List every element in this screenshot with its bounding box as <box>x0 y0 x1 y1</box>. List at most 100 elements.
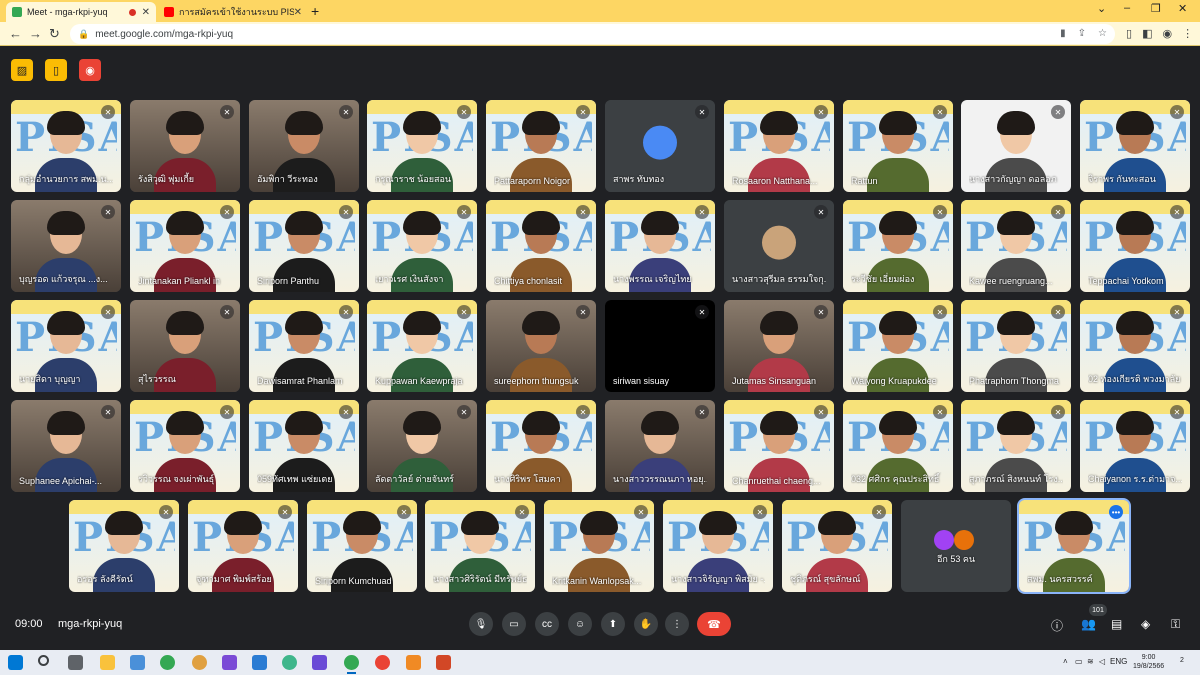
participant-tile[interactable]: PISA✕059ทัศเทพ แซ่ยเตย <box>249 400 359 492</box>
participant-tile[interactable]: PISA✕จิราพร กันทะสอน <box>1080 100 1190 192</box>
emoji-button[interactable]: ☺ <box>568 612 592 636</box>
others-tile[interactable]: อีก 53 คน <box>901 500 1011 592</box>
forward-icon[interactable]: → <box>29 26 42 41</box>
network-icon[interactable]: ▭ <box>1075 657 1083 666</box>
participant-tile[interactable]: PISA✕Jintanakan Pliankl in <box>130 200 240 292</box>
file-explorer-icon[interactable] <box>100 655 115 670</box>
volume-icon[interactable]: ◁ <box>1099 657 1105 666</box>
participant-tile[interactable]: PISA✕นางสาวศิริรัตน์ มีทรัพย์ธร... <box>425 500 535 592</box>
participant-tile[interactable]: PISA✕กรุณาราช น้อยสอน <box>367 100 477 192</box>
new-tab-button[interactable]: + <box>311 3 319 19</box>
participant-tile[interactable]: ✕ Suphanee Apichai-... <box>11 400 121 492</box>
participant-tile[interactable]: ✕ นางสาววรรณนภา หอยุ... <box>605 400 715 492</box>
activities-icon[interactable]: ◈ <box>1141 617 1150 631</box>
search-icon[interactable] <box>38 655 49 666</box>
participant-tile[interactable]: PISA✕032 ศศิกร คุณประสิทธิ์ <box>843 400 953 492</box>
share-icon[interactable]: ⇪ <box>1078 28 1086 39</box>
participant-tile[interactable]: PISA✕รวิวรรณ จงเผ่าพันธุ์ <box>130 400 240 492</box>
more-options-button[interactable]: ⋮ <box>665 612 689 636</box>
tab-pisa[interactable]: การสมัครเข้าใช้งานระบบ PISA STYLE ✕ <box>158 2 308 22</box>
chat-icon[interactable]: ▤ <box>1111 617 1122 631</box>
participant-tile[interactable]: PISA✕สุภาภรณ์ สิงหนนท์ โรง... <box>961 400 1071 492</box>
raise-hand-button[interactable]: ✋ <box>634 612 658 636</box>
close-tab-icon[interactable]: ✕ <box>294 7 302 18</box>
no-camera-icon[interactable]: ▨ <box>11 59 33 81</box>
windows-start-icon[interactable] <box>8 655 23 670</box>
notes-app-icon[interactable] <box>406 655 421 670</box>
participant-tile[interactable]: PISA✕ชุติภรณ์ สุขลักษณ์ <box>782 500 892 592</box>
leave-call-button[interactable]: ☎ <box>697 612 731 636</box>
camera-button[interactable]: ▭ <box>502 612 526 636</box>
edge-icon[interactable] <box>282 655 297 670</box>
bookmark-star-icon[interactable]: ☆ <box>1098 28 1107 39</box>
participant-tile[interactable]: ✕ บุญรอด แก้วจรุณ ...ง... <box>11 200 121 292</box>
store-icon[interactable] <box>130 655 145 670</box>
menu-icon[interactable]: ⋮ <box>1182 27 1193 40</box>
participant-tile[interactable]: PISA✕Phatraphorn Thongma <box>961 300 1071 392</box>
participant-tile[interactable]: PISA✕ระวีชัย เอี่ยมผ่อง <box>843 200 953 292</box>
info-icon[interactable]: ⓘ <box>1051 617 1063 634</box>
video-app-icon[interactable] <box>312 655 327 670</box>
participant-tile[interactable]: PISA•••สพม. นครสวรรค์ <box>1017 498 1131 594</box>
captions-button[interactable]: cc <box>535 612 559 636</box>
reload-icon[interactable]: ↻ <box>49 26 60 42</box>
powerpoint-icon[interactable] <box>436 655 451 670</box>
participant-tile[interactable]: PISA✕Siriporn Kumchuad <box>307 500 417 592</box>
participant-tile[interactable]: ✕ ลัดดาวัลย์ ต่ายจันทร์ <box>367 400 477 492</box>
participant-tile[interactable]: PISA✕Kuppawan Kaewpraja <box>367 300 477 392</box>
participant-tile[interactable]: PISA✕Chaiyanon ร.ร.ต่ามาจ... <box>1080 400 1190 492</box>
participant-tile[interactable]: ✕ Jutamas Sinsanguan <box>724 300 834 392</box>
host-controls-icon[interactable]: ⚿ <box>1171 617 1180 632</box>
mail-icon[interactable] <box>252 655 267 670</box>
restore-icon[interactable]: ❐ <box>1151 2 1161 15</box>
participant-tile[interactable]: ✕ อัมพิกา วีระทอง <box>249 100 359 192</box>
url-input[interactable]: 🔒 meet.google.com/mga-rkpi-yuq ▮ ⇪ ☆ <box>70 24 1115 44</box>
app-icon[interactable] <box>192 655 207 670</box>
participant-tile[interactable]: PISA✕นางศิริพร โสมคา <box>486 400 596 492</box>
participant-tile[interactable]: PISA✕Chittiya chonlasit <box>486 200 596 292</box>
participant-tile[interactable]: PISA✕Waiyong Kruapukdee <box>843 300 953 392</box>
participant-tile[interactable]: ✕ siriwan sisuay <box>605 300 715 392</box>
participant-tile[interactable]: PISA✕02 ทองเกียรติ พวงมาลัย <box>1080 300 1190 392</box>
camera-permission-icon[interactable]: ▮ <box>1060 28 1066 39</box>
door-icon[interactable]: ▯ <box>45 59 67 81</box>
participant-tile[interactable]: PISA✕Kritkanin Wanlopsak... <box>544 500 654 592</box>
participant-tile[interactable]: PISA✕Dawisamrat Phanlam <box>249 300 359 392</box>
taskbar-clock[interactable]: 9:00 19/8/2566 <box>1133 653 1164 671</box>
profile-icon[interactable]: ◉ <box>1162 27 1172 40</box>
language-indicator[interactable]: ENG <box>1110 657 1127 666</box>
participant-tile[interactable]: PISA✕Siriporn Panthu <box>249 200 359 292</box>
participant-tile[interactable]: ✕ สุไรวรรณ <box>130 300 240 392</box>
close-tab-icon[interactable]: ✕ <box>142 7 150 18</box>
chrome-profile-icon[interactable] <box>375 655 390 670</box>
participant-tile[interactable]: PISA✕Teppachai Yodkom <box>1080 200 1190 292</box>
extensions-icon[interactable]: ▯ <box>1126 27 1132 40</box>
participant-tile[interactable]: PISA✕Kawee ruengruang... <box>961 200 1071 292</box>
participant-tile[interactable]: PISA✕Rosaaron Natthana... <box>724 100 834 192</box>
notification-count[interactable]: 2 <box>1180 657 1184 664</box>
media-player-icon[interactable] <box>222 655 237 670</box>
wifi-icon[interactable]: ≋ <box>1087 657 1094 666</box>
participant-tile[interactable]: PISA✕Pattaraporn Noigor <box>486 100 596 192</box>
task-view-icon[interactable] <box>68 655 83 670</box>
participant-tile[interactable]: PISA✕เยาวเรศ เงินสังจา <box>367 200 477 292</box>
participant-tile[interactable]: PISA✕นางพรรณ เจริญไทย <box>605 200 715 292</box>
participant-tile[interactable]: PISA✕Rattun <box>843 100 953 192</box>
participant-tile[interactable]: PISA✕กลุ่มอำนวยการ สพม.น... <box>11 100 121 192</box>
participant-tile[interactable]: PISA✕อรอร ลังคีรัตน์ <box>69 500 179 592</box>
chrome-active-icon[interactable] <box>344 655 359 674</box>
participant-tile[interactable]: PISA✕นายสิดา บุญญา <box>11 300 121 392</box>
participant-tile[interactable]: ✕ รังสิวุฒิ พุ่มเกี้ย <box>130 100 240 192</box>
chrome-icon[interactable] <box>160 655 175 670</box>
more-dots-icon[interactable]: ••• <box>1109 505 1123 519</box>
close-window-icon[interactable]: ✕ <box>1178 2 1187 15</box>
participant-tile[interactable]: PISA✕จุฑามาศ พิมพ์สร้อย <box>188 500 298 592</box>
present-button[interactable]: ⬆ <box>601 612 625 636</box>
participant-tile[interactable]: ✕ สาพร ทับทอง <box>605 100 715 192</box>
people-icon[interactable]: 👥 <box>1081 617 1096 631</box>
participant-tile[interactable]: ✕ นางสาวสุรีมล ธรรมใจกุ... <box>724 200 834 292</box>
tab-meet[interactable]: Meet - mga-rkpi-yuq ✕ <box>6 2 156 22</box>
participant-tile[interactable]: PISA✕Chanruethai chaeng... <box>724 400 834 492</box>
minimize-icon[interactable]: – <box>1124 2 1130 14</box>
participant-tile[interactable]: ✕ นางสาวกัญญา ดอลอภ <box>961 100 1071 192</box>
